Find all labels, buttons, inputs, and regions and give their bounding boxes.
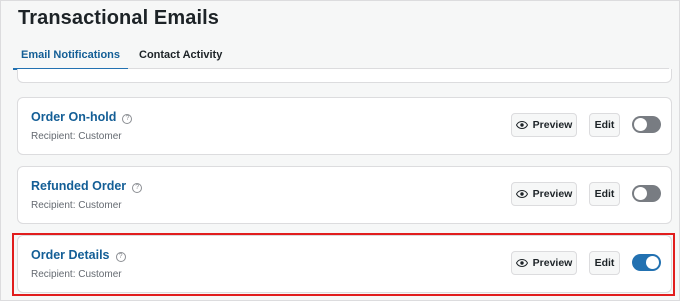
preview-button[interactable]: Preview <box>511 251 577 275</box>
email-title: Order On-hold? <box>31 110 133 124</box>
email-title: Refunded Order? <box>31 179 143 193</box>
preview-button-label: Preview <box>532 119 573 131</box>
edit-button[interactable]: Edit <box>589 251 620 275</box>
preview-button[interactable]: Preview <box>511 113 577 137</box>
help-icon[interactable]: ? <box>132 183 143 193</box>
email-card-refunded-order: Refunded Order? Recipient: Customer Prev… <box>17 166 672 224</box>
toggle-knob <box>646 256 659 269</box>
toggle-knob <box>634 187 647 200</box>
eye-icon <box>515 259 528 267</box>
edit-button[interactable]: Edit <box>589 113 620 137</box>
tab-contact-activity[interactable]: Contact Activity <box>131 49 230 68</box>
edit-button[interactable]: Edit <box>589 182 620 206</box>
enable-toggle[interactable] <box>632 185 661 202</box>
app-window: Transactional Emails Email Notifications… <box>0 0 680 301</box>
email-title-text: Refunded Order <box>31 179 127 193</box>
email-title: Order Details? <box>31 248 126 262</box>
tab-bar: Email Notifications Contact Activity <box>13 41 669 70</box>
email-card-partial <box>17 69 672 83</box>
preview-button[interactable]: Preview <box>511 182 577 206</box>
email-recipient: Recipient: Customer <box>31 200 122 211</box>
tab-email-notifications[interactable]: Email Notifications <box>13 49 129 70</box>
email-list: Order On-hold? Recipient: Customer Previ… <box>17 69 672 301</box>
eye-icon <box>515 121 528 129</box>
email-recipient: Recipient: Customer <box>31 131 122 142</box>
toggle-knob <box>634 118 647 131</box>
email-title-text: Order Details <box>31 248 110 262</box>
preview-button-label: Preview <box>532 257 573 269</box>
email-card-order-on-hold: Order On-hold? Recipient: Customer Previ… <box>17 97 672 155</box>
email-recipient: Recipient: Customer <box>31 269 122 280</box>
enable-toggle[interactable] <box>632 116 661 133</box>
help-icon[interactable]: ? <box>115 252 126 262</box>
preview-button-label: Preview <box>532 188 573 200</box>
page-title: Transactional Emails <box>18 7 219 29</box>
eye-icon <box>515 190 528 198</box>
help-icon[interactable]: ? <box>122 114 133 124</box>
enable-toggle[interactable] <box>632 254 661 271</box>
email-title-text: Order On-hold <box>31 110 117 124</box>
email-card-order-details: Order Details? Recipient: Customer Previ… <box>17 235 672 293</box>
